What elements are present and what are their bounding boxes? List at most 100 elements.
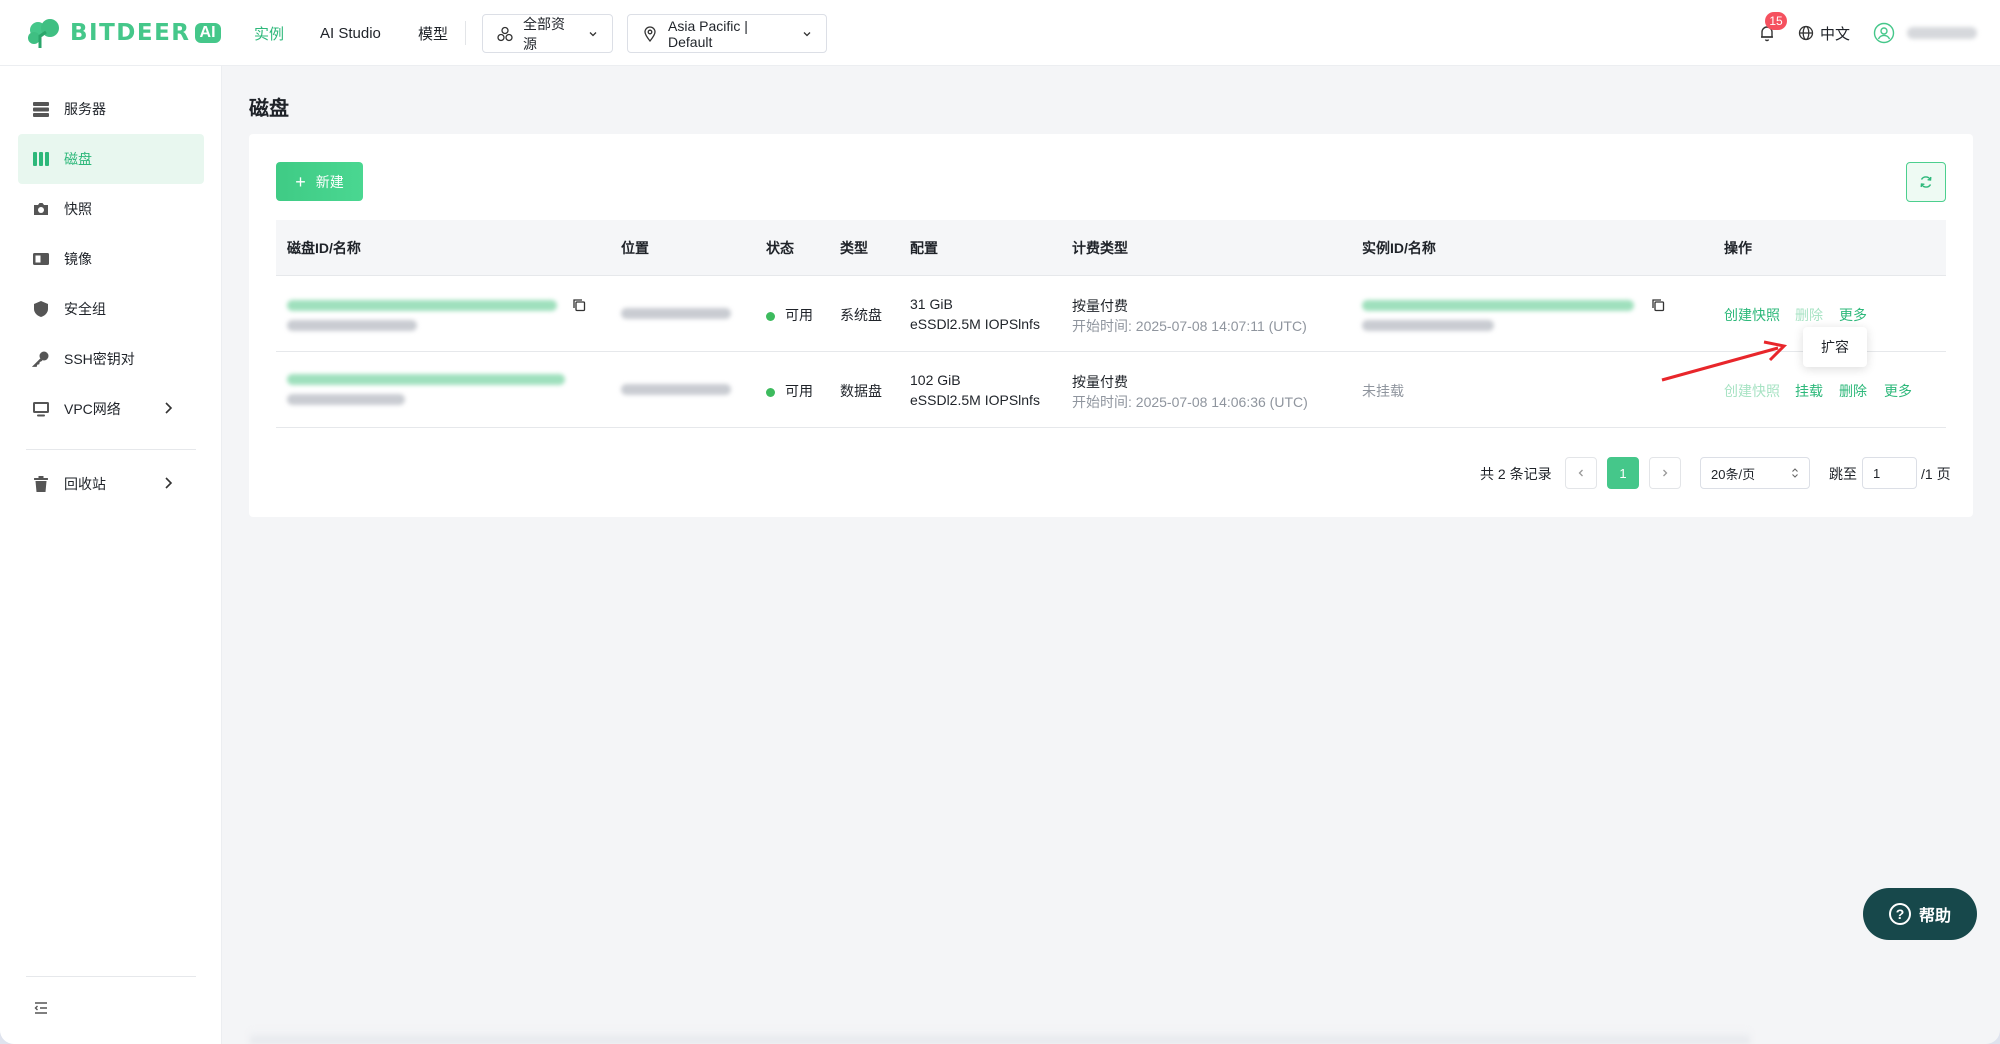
col-location: 位置: [621, 240, 649, 256]
resource-select[interactable]: 全部资源: [482, 14, 613, 53]
sidebar-item-images[interactable]: 镜像: [18, 234, 204, 284]
language-label: 中文: [1820, 25, 1851, 43]
image-icon: [32, 250, 50, 268]
logo-badge: AI: [194, 23, 221, 43]
col-status: 状态: [766, 240, 794, 256]
disk-list-card: + 新建 磁盘ID/名称 位置 状态 类型 配置 计费类型 实例ID/名称 操作: [249, 134, 1973, 517]
more-link[interactable]: 更多: [1884, 381, 1912, 401]
nav-ai-studio[interactable]: AI Studio: [320, 0, 381, 66]
disk-id-blurred[interactable]: [287, 300, 557, 311]
chevron-right-icon: [1660, 468, 1670, 478]
status-badge: 可用: [766, 381, 813, 401]
sidebar-item-label: 磁盘: [64, 151, 92, 167]
page-size-label: 20条/页: [1711, 466, 1756, 482]
sidebar: 服务器 磁盘 快照 镜像 安全组 SSH密钥对 VPC网络 回收站: [0, 66, 222, 1044]
sidebar-item-snapshots[interactable]: 快照: [18, 184, 204, 234]
config-size: 102 GiB: [910, 372, 961, 388]
new-button-label: 新建: [315, 173, 344, 190]
disk-icon: [32, 150, 50, 168]
instance-id-blurred[interactable]: [1362, 300, 1634, 311]
chevron-left-icon: [1576, 468, 1586, 478]
config-perf: eSSDl2.5M IOPSlnfs: [910, 392, 1040, 408]
language-switch[interactable]: 中文: [1798, 0, 1850, 66]
jump-page-input[interactable]: [1862, 457, 1917, 489]
sidebar-item-label: VPC网络: [64, 401, 121, 417]
annotation-arrow-icon: [1661, 340, 1788, 382]
notification-bell[interactable]: [1758, 0, 1776, 66]
question-icon: ?: [1888, 903, 1911, 925]
next-page-button[interactable]: [1649, 457, 1681, 489]
camera-icon: [32, 200, 50, 218]
status-badge: 可用: [766, 305, 813, 325]
more-menu-popover: 扩容: [1803, 327, 1867, 367]
disk-id-blurred[interactable]: [287, 374, 565, 385]
delete-link[interactable]: 删除: [1839, 381, 1867, 401]
resource-select-label: 全部资源: [523, 15, 565, 52]
user-name-blurred: [1907, 27, 1977, 39]
nav-models[interactable]: 模型: [418, 0, 448, 66]
globe-icon: [1798, 25, 1814, 41]
page-size-select[interactable]: 20条/页: [1700, 457, 1810, 489]
region-select-label: Asia Pacific | Default: [668, 17, 748, 50]
delete-link-disabled[interactable]: 删除: [1795, 305, 1823, 325]
copy-icon[interactable]: [1651, 298, 1665, 312]
sidebar-item-label: SSH密钥对: [64, 351, 135, 367]
sidebar-item-label: 快照: [64, 201, 92, 217]
sidebar-item-servers[interactable]: 服务器: [18, 84, 204, 134]
sidebar-item-security-groups[interactable]: 安全组: [18, 284, 204, 334]
refresh-button[interactable]: [1906, 162, 1946, 202]
chevron-down-icon: [588, 29, 598, 39]
logo-text: BITDEER: [70, 20, 191, 46]
sidebar-item-label: 安全组: [64, 301, 106, 317]
top-header: BITDEER AI 实例 AI Studio 模型 全部资源 Asia Pac…: [0, 0, 2000, 66]
col-actions: 操作: [1724, 240, 1752, 256]
disk-name-blurred: [287, 394, 405, 405]
prev-page-button[interactable]: [1565, 457, 1597, 489]
sidebar-item-label: 回收站: [64, 476, 106, 492]
new-disk-button[interactable]: + 新建: [276, 162, 363, 201]
server-icon: [32, 100, 50, 118]
sidebar-item-recycle-bin[interactable]: 回收站: [18, 459, 204, 509]
chevron-right-icon: [162, 401, 174, 415]
shield-icon: [32, 300, 50, 318]
nav-instances[interactable]: 实例: [254, 0, 284, 66]
start-time: 开始时间: 2025-07-08 14:07:11 (UTC): [1072, 318, 1307, 334]
logo[interactable]: BITDEER AI: [26, 18, 221, 48]
expand-capacity-menu-item[interactable]: 扩容: [1821, 337, 1849, 357]
help-button[interactable]: ? 帮助: [1863, 888, 1977, 940]
sort-arrows-icon: [1791, 467, 1799, 479]
region-select[interactable]: Asia Pacific | Default: [627, 14, 827, 53]
status-dot: [766, 311, 775, 321]
jump-label: 跳至: [1829, 466, 1857, 482]
status-dot: [766, 387, 775, 397]
sidebar-divider: [26, 976, 196, 977]
instance-unattached: 未挂载: [1362, 383, 1404, 399]
copy-icon[interactable]: [572, 298, 586, 312]
user-avatar-icon: [1873, 22, 1895, 44]
col-type: 类型: [840, 240, 868, 256]
sidebar-item-ssh-keys[interactable]: SSH密钥对: [18, 334, 204, 384]
sidebar-item-vpc[interactable]: VPC网络: [18, 384, 204, 434]
app-window: BITDEER AI 实例 AI Studio 模型 全部资源 Asia Pac…: [0, 0, 2000, 1044]
logo-icon: [26, 18, 64, 48]
more-link[interactable]: 更多: [1839, 305, 1867, 325]
create-snapshot-link[interactable]: 创建快照: [1724, 305, 1780, 325]
monitor-icon: [32, 400, 50, 418]
collapse-sidebar-icon[interactable]: [33, 1000, 49, 1016]
disk-type: 数据盘: [840, 383, 882, 399]
resource-icon: [497, 26, 513, 42]
page-button-current[interactable]: 1: [1607, 457, 1639, 489]
col-disk-id: 磁盘ID/名称: [287, 240, 361, 256]
sidebar-item-label: 镜像: [64, 251, 92, 267]
attach-link[interactable]: 挂载: [1795, 381, 1823, 401]
location-blurred: [621, 308, 731, 319]
config-size: 31 GiB: [910, 296, 953, 312]
sidebar-divider: [26, 449, 196, 450]
col-instance: 实例ID/名称: [1362, 240, 1436, 256]
trash-icon: [32, 475, 50, 493]
col-billing: 计费类型: [1072, 240, 1128, 256]
billing-type: 按量付费: [1072, 374, 1128, 390]
billing-type: 按量付费: [1072, 298, 1128, 314]
sidebar-item-disks[interactable]: 磁盘: [18, 134, 204, 184]
user-menu[interactable]: [1873, 0, 1977, 66]
